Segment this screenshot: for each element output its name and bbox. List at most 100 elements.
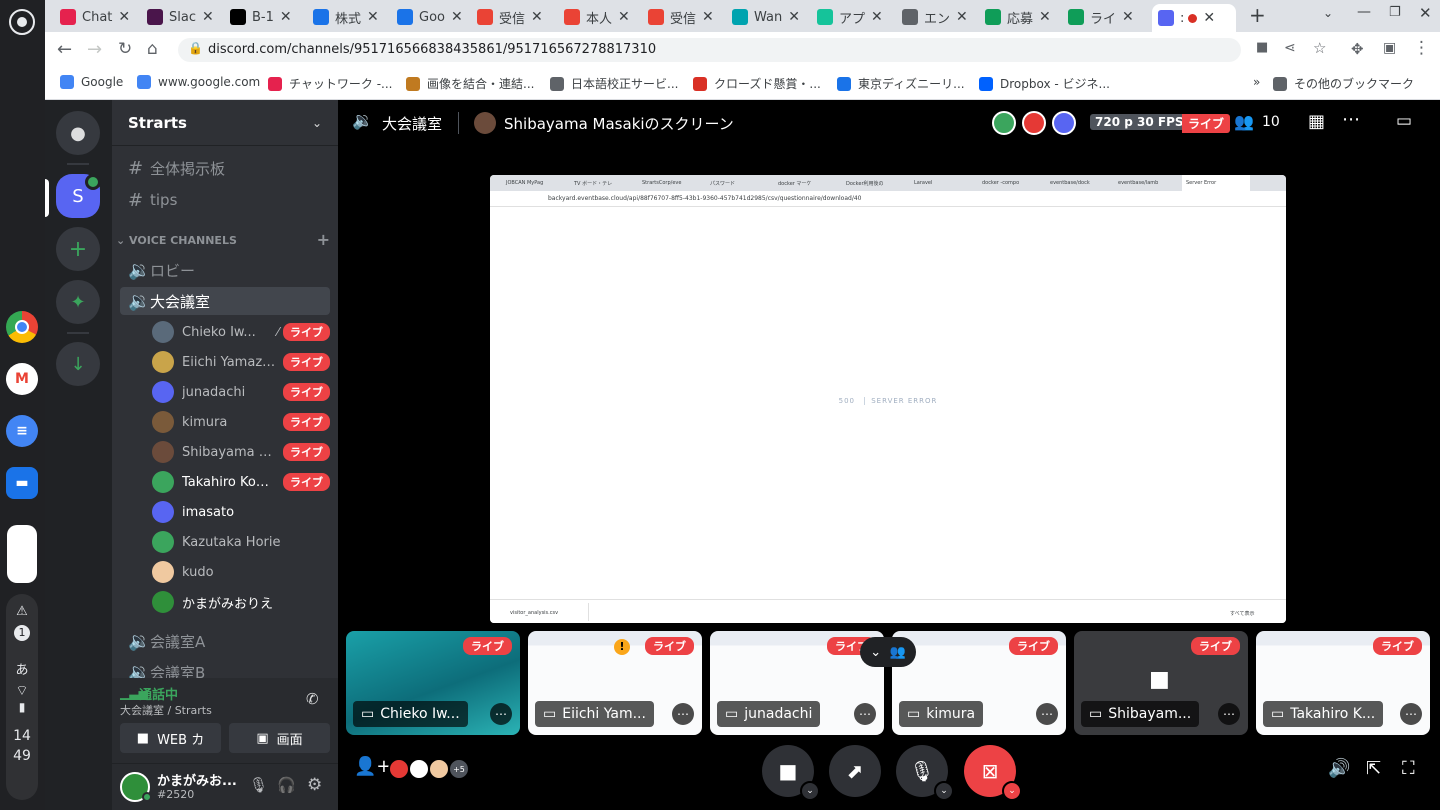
close-tab-icon[interactable]: ✕ — [871, 9, 883, 25]
participants-icon[interactable]: 👥 — [1234, 112, 1254, 131]
voice-member[interactable]: Takahiro Kom... ライブ — [152, 468, 330, 496]
voice-member[interactable]: kimura ライブ — [152, 408, 330, 436]
screen-share-button[interactable]: ▣ 画面 — [229, 723, 330, 753]
browser-tab[interactable]: 応募 ✕ — [985, 4, 1051, 30]
video-tile[interactable]: ライブ ▭ kimura ⋯ — [892, 631, 1066, 735]
new-tab-button[interactable]: + — [1249, 3, 1266, 27]
voice-channel-lobby[interactable]: 🔉 ロビー — [120, 256, 330, 284]
chrome-app-icon[interactable] — [6, 311, 38, 343]
other-bookmarks-folder[interactable]: その他のブックマーク — [1273, 75, 1414, 92]
close-tab-icon[interactable]: ✕ — [451, 9, 463, 25]
stop-stream-button[interactable]: ⊠ ⌄ — [964, 745, 1022, 801]
disconnect-icon[interactable]: ✆ — [306, 690, 319, 708]
launcher-button[interactable] — [9, 9, 35, 35]
close-tab-icon[interactable]: ✕ — [956, 9, 968, 25]
browser-tab[interactable]: 受信 ✕ — [648, 4, 714, 30]
voice-member[interactable]: imasato — [152, 498, 330, 526]
close-tab-icon[interactable]: ✕ — [618, 9, 630, 25]
close-tab-icon[interactable]: ✕ — [702, 9, 714, 25]
camera-button[interactable]: ■ ⌄ — [762, 745, 820, 801]
browser-tab[interactable]: Wan ✕ — [732, 4, 800, 30]
text-channel-board[interactable]: # 全体掲示板 — [120, 154, 330, 182]
chevron-icon[interactable]: ⌄ — [934, 781, 954, 801]
forward-button[interactable]: → — [87, 39, 102, 60]
browser-tab[interactable]: 株式 ✕ — [313, 4, 379, 30]
restore-button[interactable]: ❐ — [1389, 5, 1401, 20]
bookmark-item[interactable]: Dropbox - ビジネ... — [979, 75, 1110, 92]
more-options-icon[interactable]: ⋯ — [854, 703, 876, 725]
status-tray[interactable]: ⚠ 1 あ ⌔ ▮ 14 49 — [6, 594, 38, 800]
collapse-tiles-button[interactable]: ⌄ 👥 — [860, 637, 916, 667]
chevron-icon[interactable]: ⌄ — [1002, 781, 1022, 801]
bookmark-item[interactable]: Google — [60, 75, 123, 89]
video-tile[interactable]: ライブ ▭ Takahiro K... ⋯ — [1256, 631, 1430, 735]
bookmark-item[interactable]: チャットワーク -... — [268, 75, 392, 92]
camera-icon[interactable]: ■ — [1256, 40, 1268, 55]
files-app-icon[interactable]: ▬ — [6, 467, 38, 499]
close-tab-icon[interactable]: ✕ — [280, 9, 292, 25]
shared-screen[interactable]: JOBCAN MyPag TV ボード・テレ StrartsCorp/eve パスワー… — [490, 175, 1286, 623]
more-options-icon[interactable]: ⋯ — [1036, 703, 1058, 725]
add-server-button[interactable]: + — [56, 227, 100, 271]
browser-tab[interactable]: エン ✕ — [902, 4, 968, 30]
bookmark-star-icon[interactable]: ☆ — [1313, 39, 1326, 57]
menu-icon[interactable]: ⋮ — [1413, 38, 1430, 58]
voice-location[interactable]: 大会議室 / Strarts — [120, 702, 212, 718]
bookmark-item[interactable]: 日本語校正サービ... — [550, 75, 678, 92]
more-options-icon[interactable]: ⋯ — [490, 703, 512, 725]
close-tab-icon[interactable]: ✕ — [118, 9, 130, 25]
download-apps-icon[interactable]: ↓ — [56, 342, 100, 386]
close-tab-icon[interactable]: ✕ — [788, 9, 800, 25]
close-window-button[interactable]: ✕ — [1419, 4, 1432, 22]
minimize-button[interactable]: — — [1357, 4, 1371, 20]
server-header[interactable]: Strarts ⌄ — [112, 100, 338, 146]
more-options-icon[interactable]: ⋯ — [672, 703, 694, 725]
close-tab-icon[interactable]: ✕ — [367, 9, 379, 25]
side-panel-icon[interactable]: ▣ — [1383, 40, 1396, 56]
browser-tab[interactable]: アプ ✕ — [817, 4, 883, 30]
more-options-icon[interactable]: ⋯ — [1342, 109, 1360, 130]
voice-member[interactable]: junadachi ライブ — [152, 378, 330, 406]
popout-icon[interactable]: ⇱ — [1366, 758, 1381, 779]
close-tab-icon[interactable]: ✕ — [1122, 9, 1134, 25]
extensions-icon[interactable]: ✥ — [1351, 40, 1364, 58]
fullscreen-icon[interactable]: ⛶ — [1402, 758, 1415, 779]
close-tab-icon[interactable]: ✕ — [1039, 9, 1051, 25]
voice-member[interactable]: kudo — [152, 558, 330, 586]
bookmark-item[interactable]: 東京ディズニーリ... — [837, 75, 965, 92]
browser-tab[interactable]: ライ ✕ — [1068, 4, 1134, 30]
chevron-icon[interactable]: ⌄ — [800, 781, 820, 801]
voice-member[interactable]: Kazutaka Horie — [152, 528, 330, 556]
video-tile[interactable]: ライブ! ▭ Eiichi Yam... ⋯ — [528, 631, 702, 735]
voice-channels-category[interactable]: ⌄ VOICE CHANNELS + — [116, 230, 330, 249]
close-tab-icon[interactable]: ✕ — [531, 9, 543, 25]
explore-servers-icon[interactable]: ✦ — [56, 280, 100, 324]
browser-tab[interactable]: B-1 ✕ — [230, 4, 292, 30]
more-options-icon[interactable]: ⋯ — [1400, 703, 1422, 725]
browser-tab[interactable]: Chat ✕ — [60, 4, 130, 30]
bookmark-item[interactable]: www.google.com — [137, 75, 260, 89]
share-icon[interactable]: ⋖ — [1284, 40, 1296, 56]
browser-tab[interactable]: 本人 ✕ — [564, 4, 630, 30]
browser-tab[interactable]: Goo ✕ — [397, 4, 463, 30]
volume-icon[interactable]: 🔊 — [1328, 758, 1350, 779]
browser-tab[interactable]: : ✕ — [1152, 4, 1236, 32]
back-button[interactable]: ← — [57, 39, 72, 60]
invite-icon[interactable]: 👤+ — [354, 756, 392, 777]
bookmark-item[interactable]: 画像を結合・連結... — [406, 75, 534, 92]
browser-tab[interactable]: 受信 ✕ — [477, 4, 543, 30]
chat-toggle-icon[interactable]: ▭ — [1396, 111, 1412, 131]
voice-member[interactable]: Eiichi Yamazaki ライブ — [152, 348, 330, 376]
bookmark-item[interactable]: クローズド懸賞・... — [693, 75, 821, 92]
username[interactable]: かまがみお... — [157, 770, 237, 789]
mic-button[interactable]: 🎙 ⌄ — [896, 745, 954, 801]
headphones-icon[interactable]: 🎧 — [277, 776, 296, 794]
voice-member[interactable]: Chieko Iw... ⁄ ライブ — [152, 318, 330, 346]
screen-share-button[interactable]: ⬈ — [829, 745, 881, 797]
tab-search-icon[interactable]: ⌄ — [1323, 6, 1333, 20]
text-channel-tips[interactable]: # tips — [120, 186, 330, 214]
close-tab-icon[interactable]: ✕ — [1203, 10, 1215, 26]
settings-gear-icon[interactable]: ⚙ — [307, 775, 322, 795]
voice-channel-main[interactable]: 🔉 大会議室 — [120, 287, 330, 315]
app-icon[interactable] — [7, 525, 37, 583]
